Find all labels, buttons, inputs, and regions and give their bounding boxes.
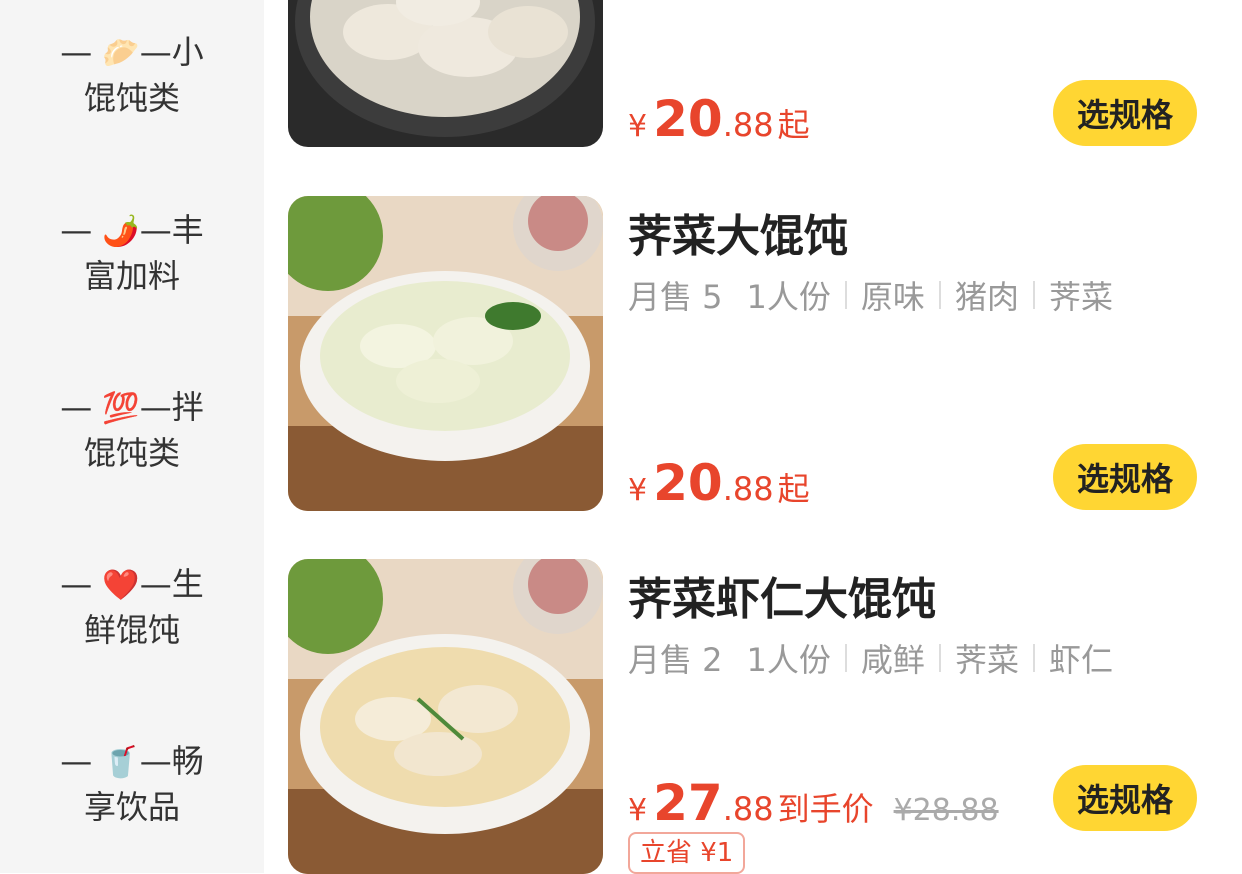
category-mixed-wontons[interactable]: — 💯—拌 馄饨类 [0, 385, 264, 475]
select-spec-button[interactable]: 选规格 [1053, 80, 1197, 146]
divider [844, 644, 847, 672]
dash: — [60, 211, 93, 249]
price: ¥ 27 .88 到手价 ¥28.88 [628, 774, 999, 832]
dash: — [60, 33, 93, 71]
category-label-part2: 鲜馄饨 [83, 611, 180, 649]
category-label-part2: 享饮品 [83, 788, 180, 826]
category-label-part2: 富加料 [83, 257, 180, 295]
ingredient-tag: 荠菜 [1048, 278, 1113, 316]
category-sidebar: — 🥟—小 馄饨类 — 🌶️—丰 富加料 — 💯—拌 馄饨类 — ❤️—生 鲜馄… [0, 0, 264, 873]
ingredient-tag: 荠菜 [954, 641, 1019, 679]
price-suffix: 到手价 [777, 790, 874, 828]
product-image[interactable] [288, 196, 603, 511]
divider [844, 281, 847, 309]
currency-symbol: ¥ [628, 109, 648, 144]
product-meta: 月售 2 1人份 咸鲜 荠菜 虾仁 [628, 635, 1113, 681]
category-label-part2: 馄饨类 [83, 434, 180, 472]
portion: 1人份 [746, 278, 831, 316]
product-list: ¥ 20 .88 起 选规格 荠菜大馄饨 月售 5 1人份 原味 猪肉 荠菜 ¥… [264, 0, 1242, 874]
flavor-tag: 咸鲜 [860, 641, 925, 679]
heart-icon: ❤️ [102, 568, 140, 603]
product-meta: 月售 5 1人份 原味 猪肉 荠菜 [628, 272, 1113, 318]
product-name: 荠菜虾仁大馄饨 [628, 574, 936, 625]
product-image[interactable] [288, 559, 603, 874]
divider [1032, 644, 1035, 672]
dumpling-icon: 🥟 [102, 36, 140, 71]
dash: — [60, 742, 93, 780]
ingredient-tag: 虾仁 [1048, 641, 1113, 679]
select-spec-button[interactable]: 选规格 [1053, 765, 1197, 831]
divider [938, 281, 941, 309]
product-image[interactable] [288, 0, 603, 147]
drink-icon: 🥤 [102, 745, 140, 780]
select-spec-button[interactable]: 选规格 [1053, 444, 1197, 510]
hundred-icon: 💯 [102, 391, 140, 426]
price-decimal: .88 [722, 470, 774, 508]
category-label-part1: —畅 [139, 742, 204, 780]
ingredient-tag: 猪肉 [954, 278, 1019, 316]
monthly-sales: 月售 5 [628, 278, 723, 316]
chili-icon: 🌶️ [102, 214, 140, 249]
dash: — [60, 565, 93, 603]
currency-symbol: ¥ [628, 473, 648, 508]
price-integer: 27 [653, 774, 723, 832]
monthly-sales: 月售 2 [628, 641, 723, 679]
original-price: ¥28.88 [893, 793, 999, 828]
price-suffix: 起 [777, 470, 810, 508]
category-label-part1: —小 [139, 33, 204, 71]
currency-symbol: ¥ [628, 793, 648, 828]
price-integer: 20 [653, 90, 723, 148]
category-small-wontons[interactable]: — 🥟—小 馄饨类 [0, 30, 264, 120]
category-label-part1: —丰 [139, 211, 204, 249]
price-suffix: 起 [777, 106, 810, 144]
divider [1032, 281, 1035, 309]
category-fresh-wontons[interactable]: — ❤️—生 鲜馄饨 [0, 562, 264, 652]
price: ¥ 20 .88 起 [628, 454, 810, 512]
divider [938, 644, 941, 672]
price-decimal: .88 [722, 790, 774, 828]
dash: — [60, 388, 93, 426]
category-label-part1: —生 [139, 565, 204, 603]
category-drinks[interactable]: — 🥤—畅 享饮品 [0, 739, 264, 829]
flavor-tag: 原味 [860, 278, 925, 316]
portion: 1人份 [746, 641, 831, 679]
category-extra-toppings[interactable]: — 🌶️—丰 富加料 [0, 208, 264, 298]
product-name: 荠菜大馄饨 [628, 211, 848, 262]
discount-badge: 立省 ¥1 [628, 832, 746, 874]
category-label-part1: —拌 [139, 388, 204, 426]
price-decimal: .88 [722, 106, 774, 144]
price: ¥ 20 .88 起 [628, 90, 810, 148]
category-label-part2: 馄饨类 [83, 79, 180, 117]
price-integer: 20 [653, 454, 723, 512]
